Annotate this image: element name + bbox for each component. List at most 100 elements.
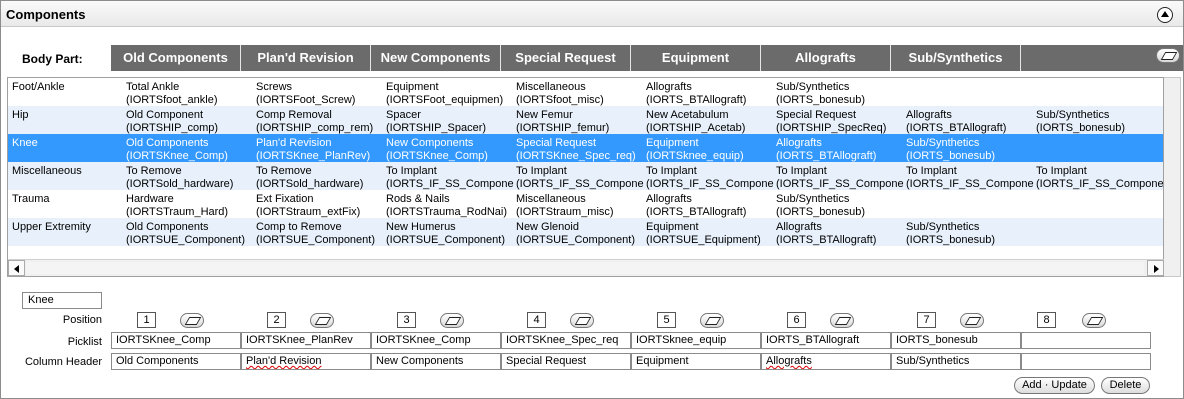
panel-header: Components [1, 1, 1183, 27]
grid-cell: Sub/Synthetics (IORTS_bonesub) [1036, 109, 1126, 134]
column-header-input[interactable]: Allografts [761, 353, 891, 370]
grid-cell: Total Ankle (IORTSfoot_ankle) [126, 81, 218, 106]
grid-cell: To Remove (IORTSold_hardware) [256, 165, 364, 190]
tab-new-components[interactable]: New Components [371, 45, 501, 71]
scroll-right-icon[interactable] [1147, 260, 1164, 276]
grid-row-upper-extremity[interactable]: Upper Extremity Old Components (IORTSUE_C… [8, 218, 1163, 246]
position-box[interactable]: 4 [527, 312, 546, 328]
grid-cell: Hardware (IORTSTraum_Hard) [126, 193, 229, 218]
grid-cell: Equipment (IORTSUE_Equipment) [646, 221, 761, 246]
eraser-icon[interactable] [180, 313, 204, 328]
add-update-button[interactable]: Add · Update [1014, 377, 1095, 394]
grid-cell: Special Request (IORTSHIP_SpecReq) [776, 109, 887, 134]
grid-cell: To Implant (IORTS_IF_SS_Componer [516, 165, 644, 190]
position-box[interactable]: 3 [397, 312, 416, 328]
delete-button[interactable]: Delete [1101, 377, 1150, 394]
picklist-input[interactable]: IORTSknee_equip [631, 332, 761, 349]
position-box[interactable]: 6 [787, 312, 806, 328]
grid-cell: New Femur (IORTSHIP_femur) [516, 109, 610, 134]
column-tab-bar: Old Components Plan'd Revision New Compo… [111, 45, 1183, 71]
column-header-input[interactable]: Equipment [631, 353, 761, 370]
grid-cell: New Glenoid (IORTSUE_Component) [516, 221, 636, 246]
grid-cell: Rods & Nails (IORTSTrauma_RodNai) [386, 193, 508, 218]
grid-cell: Sub/Synthetics (IORTS_bonesub) [776, 81, 866, 106]
selected-body-part-field[interactable]: Knee [22, 292, 102, 309]
grid-cell: Sub/Synthetics (IORTS_bonesub) [906, 221, 996, 246]
grid-cell: Allografts (IORTS_BTAllograft) [646, 81, 747, 106]
picklist-input[interactable] [1021, 332, 1151, 349]
collapse-icon[interactable] [1157, 7, 1173, 23]
grid-cell: Allografts (IORTS_BTAllograft) [776, 221, 877, 246]
row-label: Miscellaneous [12, 165, 82, 177]
column-header-input[interactable]: Sub/Synthetics [891, 353, 1021, 370]
grid-cell: Sub/Synthetics (IORTS_bonesub) [776, 193, 866, 218]
panel-title: Components [6, 7, 86, 22]
position-label: Position [62, 314, 102, 326]
grid-cell: Old Components (IORTSUE_Component) [126, 221, 246, 246]
eraser-icon[interactable] [440, 313, 464, 328]
position-box[interactable]: 2 [267, 312, 286, 328]
position-box[interactable]: 8 [1037, 312, 1056, 328]
position-box[interactable]: 7 [917, 312, 936, 328]
eraser-icon[interactable] [1156, 48, 1180, 63]
picklist-input[interactable]: IORTSKnee_Comp [111, 332, 241, 349]
column-header-input[interactable]: New Components [371, 353, 501, 370]
position-box[interactable]: 5 [657, 312, 676, 328]
eraser-icon[interactable] [310, 313, 334, 328]
eraser-icon[interactable] [700, 313, 724, 328]
grid-cell: Equipment (IORTSFoot_equipmen) [386, 81, 504, 106]
grid-cell: To Remove (IORTSold_hardware) [126, 165, 234, 190]
grid-cell: Allografts (IORTS_BTAllograft) [906, 109, 1007, 134]
eraser-icon[interactable] [960, 313, 984, 328]
grid-cell: Sub/Synthetics (IORTS_bonesub) [906, 137, 996, 162]
grid-cell: Miscellaneous (IORTSfoot_misc) [516, 81, 604, 106]
picklist-input[interactable]: IORTS_BTAllograft [761, 332, 891, 349]
grid-row-miscellaneous[interactable]: Miscellaneous To Remove (IORTSold_hardwar… [8, 162, 1164, 190]
tab-special-request[interactable]: Special Request [501, 45, 631, 71]
column-header-input[interactable] [1021, 353, 1151, 370]
eraser-icon[interactable] [1082, 313, 1106, 328]
grid-cell: Miscellaneous (IORTStraum_misc) [516, 193, 614, 218]
picklist-input[interactable]: IORTS_bonesub [891, 332, 1021, 349]
row-label: Upper Extremity [12, 221, 91, 233]
tab-equipment[interactable]: Equipment [631, 45, 761, 71]
column-header-input[interactable]: Old Components [111, 353, 241, 370]
tab-allografts[interactable]: Allografts [761, 45, 891, 71]
row-label: Foot/Ankle [12, 81, 65, 93]
vertical-scrollbar[interactable] [1164, 77, 1181, 277]
grid-row-knee[interactable]: Knee Old Components (IORTSKnee_Comp) Plan… [8, 134, 1163, 162]
column-header-input[interactable]: Plan'd Revision [241, 353, 371, 370]
grid-cell: To Implant (IORTS_IF_SS_Componer [1036, 165, 1164, 190]
grid-cell: To Implant (IORTS_IF_SS_Componer [386, 165, 514, 190]
picklist-input[interactable]: IORTSKnee_PlanRev [241, 332, 371, 349]
grid-cell: Screws (IORTSFoot_Screw) [256, 81, 356, 106]
picklist-input[interactable]: IORTSKnee_Spec_req [501, 332, 631, 349]
grid-cell: New Acetabulum (IORTSHIP_Acetab) [646, 109, 746, 134]
grid-cell: New Humerus (IORTSUE_Component) [386, 221, 506, 246]
picklist-label: Picklist [67, 336, 102, 348]
tab-sub-synthetics[interactable]: Sub/Synthetics [891, 45, 1021, 71]
grid-cell: To Implant (IORTS_IF_SS_Componer [906, 165, 1034, 190]
horizontal-scrollbar[interactable] [8, 259, 1164, 276]
grid-cell: New Components (IORTSKnee_Comp) [386, 137, 488, 162]
tab-old-components[interactable]: Old Components [111, 45, 241, 71]
body-part-label: Body Part: [22, 52, 83, 66]
grid-row-foot-ankle[interactable]: Foot/Ankle Total Ankle (IORTSfoot_ankle) … [8, 78, 1163, 106]
scroll-thumb[interactable] [26, 262, 1144, 274]
eraser-icon[interactable] [830, 313, 854, 328]
column-header-label: Column Header [24, 356, 102, 368]
eraser-icon[interactable] [570, 313, 594, 328]
grid-row-hip[interactable]: Hip Old Component (IORTSHIP_comp) Comp Re… [8, 106, 1163, 134]
picklist-input[interactable]: IORTSKnee_Comp [371, 332, 501, 349]
position-box[interactable]: 1 [137, 312, 156, 328]
row-label: Hip [12, 109, 29, 121]
grid-cell: Spacer (IORTSHIP_Spacer) [386, 109, 487, 134]
body-part-grid: Foot/Ankle Total Ankle (IORTSfoot_ankle) … [7, 77, 1164, 277]
grid-row-trauma[interactable]: Trauma Hardware (IORTSTraum_Hard) Ext Fix… [8, 190, 1163, 218]
grid-cell: Special Request (IORTSKnee_Spec_req) [516, 137, 636, 162]
scroll-left-icon[interactable] [8, 260, 25, 276]
tab-planned-revision[interactable]: Plan'd Revision [241, 45, 371, 71]
grid-cell: Plan'd Revision (IORTSKnee_PlanRev) [256, 137, 371, 162]
column-header-input[interactable]: Special Request [501, 353, 631, 370]
grid-cell: To Implant (IORTS_IF_SS_Componer [776, 165, 904, 190]
